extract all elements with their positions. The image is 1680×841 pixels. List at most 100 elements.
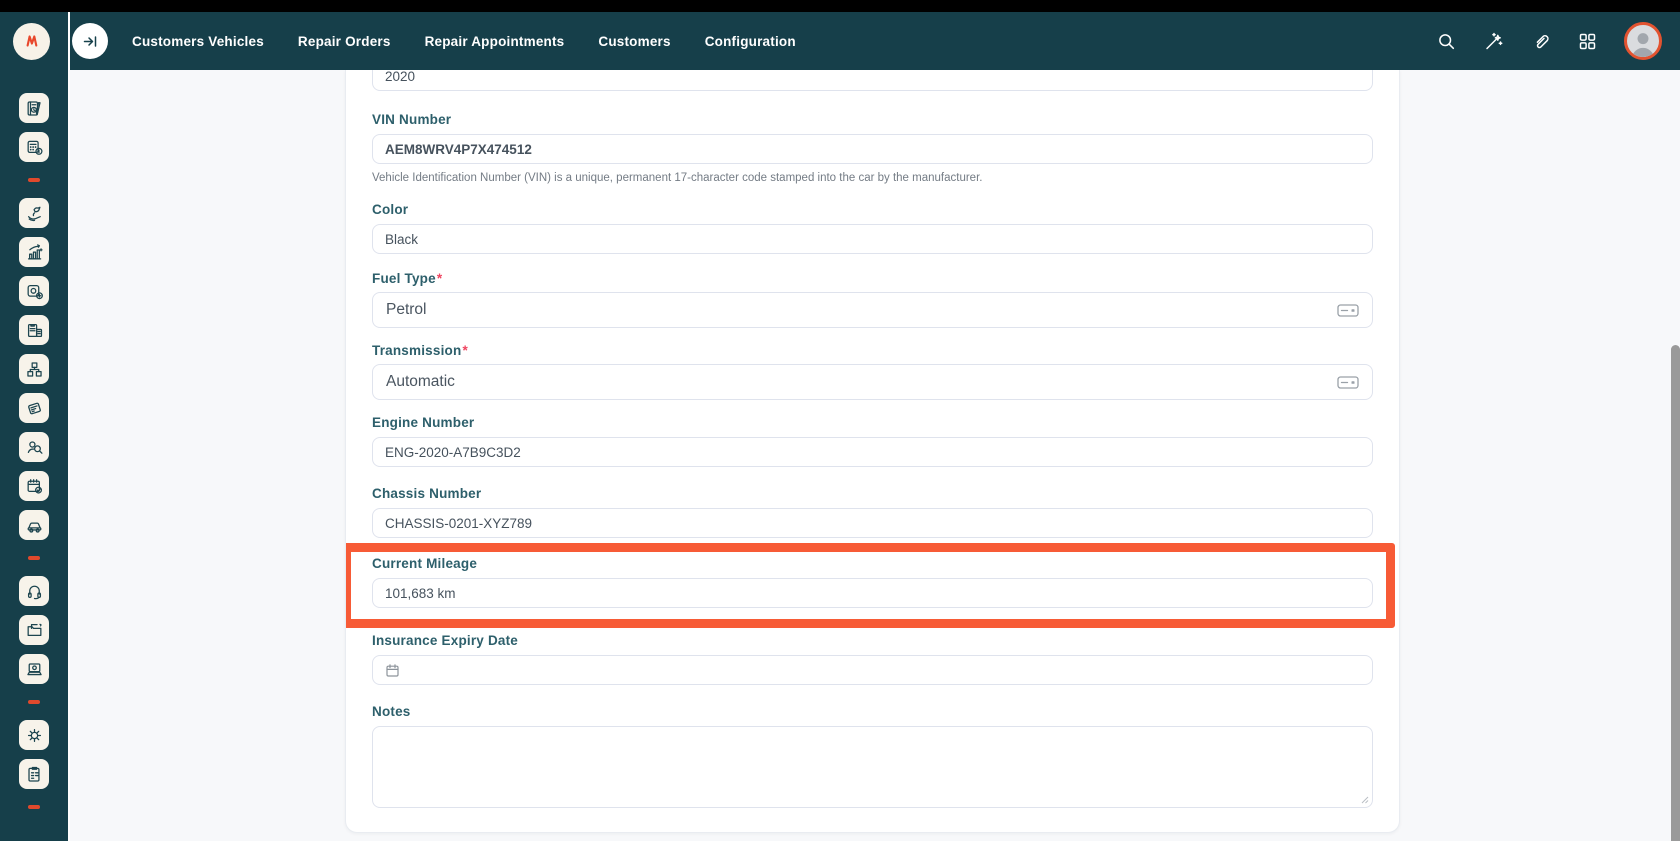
window-top-strip <box>0 0 1680 12</box>
calendar-check-icon <box>25 477 44 496</box>
sidebar-item-vehicles[interactable] <box>19 510 49 540</box>
sidebar-item-journal[interactable] <box>19 93 49 123</box>
field-color: Color Black <box>372 202 1373 254</box>
hand-service-icon <box>25 204 44 223</box>
year-input[interactable]: 2020 <box>372 70 1373 91</box>
sidebar-item-kiosk[interactable] <box>19 654 49 684</box>
field-insurance-expiry: Insurance Expiry Date <box>372 633 1373 685</box>
chassis-number-value: CHASSIS-0201-XYZ789 <box>385 516 532 531</box>
scrollbar[interactable] <box>1671 345 1680 841</box>
sidebar-separator <box>28 556 40 560</box>
fuel-type-value: Petrol <box>386 301 427 319</box>
insurance-expiry-input[interactable] <box>372 655 1373 685</box>
current-mileage-input[interactable]: 101,683 km <box>372 578 1373 608</box>
nav-item-repair-appointments[interactable]: Repair Appointments <box>425 34 565 49</box>
nav-item-customers-vehicles[interactable]: Customers Vehicles <box>132 34 264 49</box>
sidebar-item-worklist[interactable] <box>19 759 49 789</box>
person-silhouette-icon <box>1627 27 1659 57</box>
field-chassis-number: Chassis Number CHASSIS-0201-XYZ789 <box>372 486 1373 538</box>
sidebar-divider <box>68 12 70 841</box>
sidebar-item-customer-search[interactable] <box>19 432 49 462</box>
resize-handle-icon[interactable] <box>1359 794 1369 804</box>
engine-number-label: Engine Number <box>372 415 1373 431</box>
color-input[interactable]: Black <box>372 224 1373 254</box>
sidebar-item-services[interactable] <box>19 198 49 228</box>
insurance-expiry-label: Insurance Expiry Date <box>372 633 1373 649</box>
car-icon <box>25 516 44 535</box>
sidebar-item-reports[interactable] <box>19 237 49 267</box>
color-value: Black <box>385 232 418 247</box>
headset-icon <box>25 582 44 601</box>
vehicle-form-card: 2020 VIN Number AEM8WRV4P7X474512 Vehicl… <box>345 70 1400 833</box>
paperclip-icon <box>1531 31 1551 51</box>
growth-chart-icon <box>25 243 44 262</box>
transmission-select[interactable]: Automatic <box>372 364 1373 400</box>
transmission-value: Automatic <box>386 373 455 391</box>
nav-item-customers[interactable]: Customers <box>598 34 670 49</box>
transmission-label: Transmission* <box>372 343 1373 359</box>
field-transmission: Transmission* Automatic <box>372 343 1373 400</box>
current-mileage-value: 101,683 km <box>385 586 456 601</box>
vin-value: AEM8WRV4P7X474512 <box>385 142 532 157</box>
person-search-icon <box>25 438 44 457</box>
sidebar-item-accounting[interactable] <box>19 132 49 162</box>
sidebar-item-measurements[interactable] <box>19 276 49 306</box>
collapse-sidebar-button[interactable] <box>72 23 108 59</box>
vin-help-text: Vehicle Identification Number (VIN) is a… <box>372 172 1373 185</box>
card-reader-icon <box>25 399 44 418</box>
sidebar-separator <box>28 805 40 809</box>
scale-icon <box>25 282 44 301</box>
sidebar <box>0 70 68 841</box>
field-vin: VIN Number AEM8WRV4P7X474512 Vehicle Ide… <box>372 112 1373 185</box>
notes-textarea[interactable] <box>372 726 1373 808</box>
color-label: Color <box>372 202 1373 218</box>
sidebar-separator <box>28 178 40 182</box>
required-marker: * <box>437 271 442 286</box>
logo-icon <box>22 32 42 50</box>
top-navbar: Customers Vehicles Repair Orders Repair … <box>0 12 1680 70</box>
laptop-icon <box>25 660 44 679</box>
calendar-icon <box>385 663 400 678</box>
sidebar-item-estimates[interactable] <box>19 315 49 345</box>
navbar-left: Customers Vehicles Repair Orders Repair … <box>0 23 1437 60</box>
journal-book-icon <box>25 99 44 118</box>
app-logo <box>13 23 50 60</box>
clipboard-calculator-icon <box>25 321 44 340</box>
fuel-type-select[interactable]: Petrol <box>372 292 1373 328</box>
search-button[interactable] <box>1437 32 1456 51</box>
select-field-icon <box>1337 376 1359 389</box>
settings-gear-icon <box>25 726 44 745</box>
sidebar-item-inventory[interactable] <box>19 354 49 384</box>
year-value: 2020 <box>385 70 415 84</box>
field-engine-number: Engine Number ENG-2020-A7B9C3D2 <box>372 415 1373 467</box>
engine-number-input[interactable]: ENG-2020-A7B9C3D2 <box>372 437 1373 467</box>
sidebar-item-documents[interactable] <box>19 615 49 645</box>
fuel-type-label: Fuel Type* <box>372 271 1373 287</box>
field-current-mileage: Current Mileage 101,683 km <box>372 556 1373 608</box>
vin-input[interactable]: AEM8WRV4P7X474512 <box>372 134 1373 164</box>
sidebar-item-support[interactable] <box>19 576 49 606</box>
sidebar-item-appointments[interactable] <box>19 471 49 501</box>
packages-icon <box>25 360 44 379</box>
engine-number-value: ENG-2020-A7B9C3D2 <box>385 445 521 460</box>
required-marker: * <box>462 343 467 358</box>
notes-label: Notes <box>372 704 1373 720</box>
magic-wand-icon <box>1483 31 1504 52</box>
paperclip-button[interactable] <box>1531 31 1551 51</box>
main-nav: Customers Vehicles Repair Orders Repair … <box>132 34 796 49</box>
sidebar-separator <box>28 700 40 704</box>
sidebar-item-payments[interactable] <box>19 393 49 423</box>
nav-item-repair-orders[interactable]: Repair Orders <box>298 34 391 49</box>
navbar-right <box>1437 22 1680 60</box>
field-year: 2020 <box>372 70 1373 91</box>
current-mileage-label: Current Mileage <box>372 556 1373 572</box>
chassis-number-input[interactable]: CHASSIS-0201-XYZ789 <box>372 508 1373 538</box>
magic-wand-button[interactable] <box>1483 31 1504 52</box>
apps-grid-button[interactable] <box>1578 32 1597 51</box>
field-fuel-type: Fuel Type* Petrol <box>372 271 1373 328</box>
user-avatar[interactable] <box>1624 22 1662 60</box>
sidebar-item-settings[interactable] <box>19 720 49 750</box>
field-notes: Notes <box>372 704 1373 808</box>
nav-item-configuration[interactable]: Configuration <box>705 34 796 49</box>
calculator-icon <box>25 138 44 157</box>
